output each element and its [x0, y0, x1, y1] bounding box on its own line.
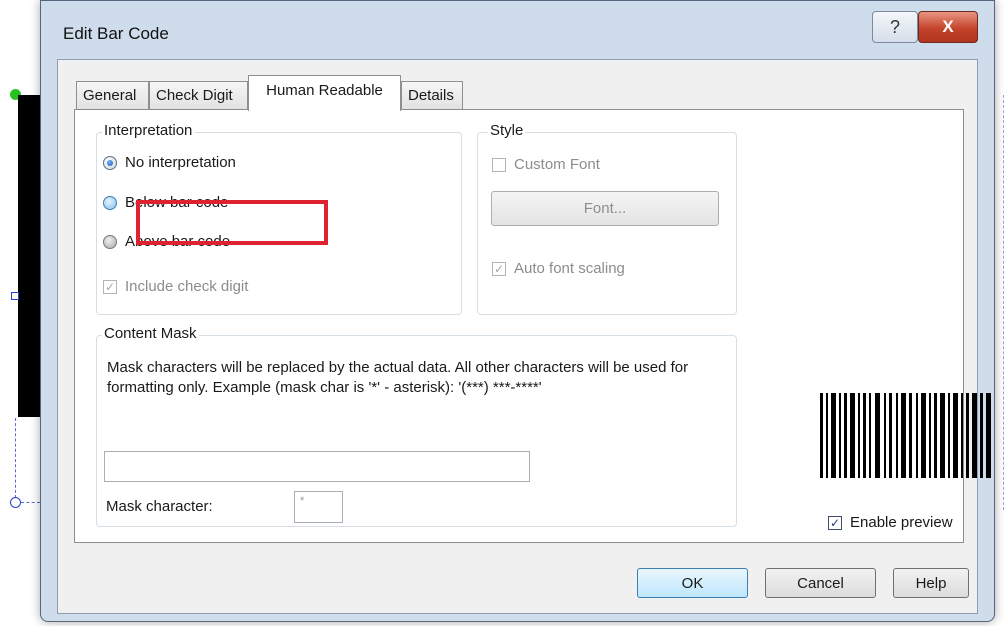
- selection-handle-bottom-left[interactable]: [10, 497, 21, 508]
- selection-handle-left[interactable]: [11, 292, 19, 300]
- content-mask-group: Content Mask Mask characters will be rep…: [96, 325, 737, 527]
- edit-bar-code-dialog: Edit Bar Code ? X General Check Digit Hu…: [40, 0, 995, 622]
- close-icon: X: [942, 17, 954, 36]
- radio-button-icon[interactable]: [103, 195, 117, 210]
- font-button[interactable]: Font...: [491, 191, 719, 226]
- tab-human-readable[interactable]: Human Readable: [248, 75, 401, 111]
- title-bar[interactable]: Edit Bar Code ? X: [41, 1, 994, 61]
- title-help-button[interactable]: ?: [872, 11, 918, 43]
- mask-input[interactable]: [104, 451, 530, 482]
- checkbox-include-check-digit[interactable]: ✓ Include check digit: [103, 278, 248, 295]
- cancel-button[interactable]: Cancel: [765, 568, 876, 598]
- mask-character-label: Mask character:: [106, 498, 213, 515]
- ok-button[interactable]: OK: [637, 568, 748, 598]
- checkmark-icon[interactable]: ✓: [492, 261, 506, 276]
- dialog-client-area: General Check Digit Human Readable Detai…: [57, 59, 991, 614]
- content-mask-label: Content Mask: [102, 325, 199, 342]
- dialog-title: Edit Bar Code: [63, 24, 169, 43]
- tab-details[interactable]: Details: [401, 81, 463, 109]
- tab-check-digit[interactable]: Check Digit: [149, 81, 248, 109]
- question-icon: ?: [889, 16, 900, 37]
- checkbox-enable-preview[interactable]: ✓ Enable preview: [828, 514, 953, 531]
- barcode-preview: [820, 393, 991, 478]
- checkbox-auto-font-scaling[interactable]: ✓ Auto font scaling: [492, 260, 625, 277]
- selection-outline-right: [1003, 95, 1004, 510]
- selection-outline-bottom: [21, 502, 40, 503]
- radio-button-icon[interactable]: [103, 234, 117, 249]
- style-label: Style: [488, 122, 526, 139]
- close-button[interactable]: X: [918, 11, 978, 43]
- checkbox-icon[interactable]: [492, 157, 506, 172]
- checkbox-label: Auto font scaling: [514, 260, 625, 277]
- checkbox-custom-font[interactable]: Custom Font: [492, 156, 600, 173]
- highlight-annotation: [136, 200, 328, 245]
- radio-button-icon[interactable]: [103, 155, 117, 170]
- tab-general[interactable]: General: [76, 81, 149, 109]
- human-readable-panel: Interpretation No interpretation Below b…: [74, 109, 991, 543]
- content-mask-description: Mask characters will be replaced by the …: [107, 359, 689, 396]
- interpretation-label: Interpretation: [102, 122, 195, 139]
- checkbox-label: Enable preview: [850, 514, 953, 531]
- radio-no-interpretation[interactable]: No interpretation: [103, 154, 236, 171]
- selection-outline: [15, 418, 16, 498]
- checkmark-icon[interactable]: ✓: [828, 515, 842, 530]
- mask-character-input[interactable]: *: [294, 491, 343, 523]
- checkbox-label: Include check digit: [125, 278, 249, 295]
- radio-label: No interpretation: [125, 154, 236, 171]
- help-button[interactable]: Help: [893, 568, 969, 598]
- checkbox-label: Custom Font: [514, 156, 600, 173]
- barcode-canvas-bar: [18, 95, 40, 417]
- checkmark-icon[interactable]: ✓: [103, 279, 117, 294]
